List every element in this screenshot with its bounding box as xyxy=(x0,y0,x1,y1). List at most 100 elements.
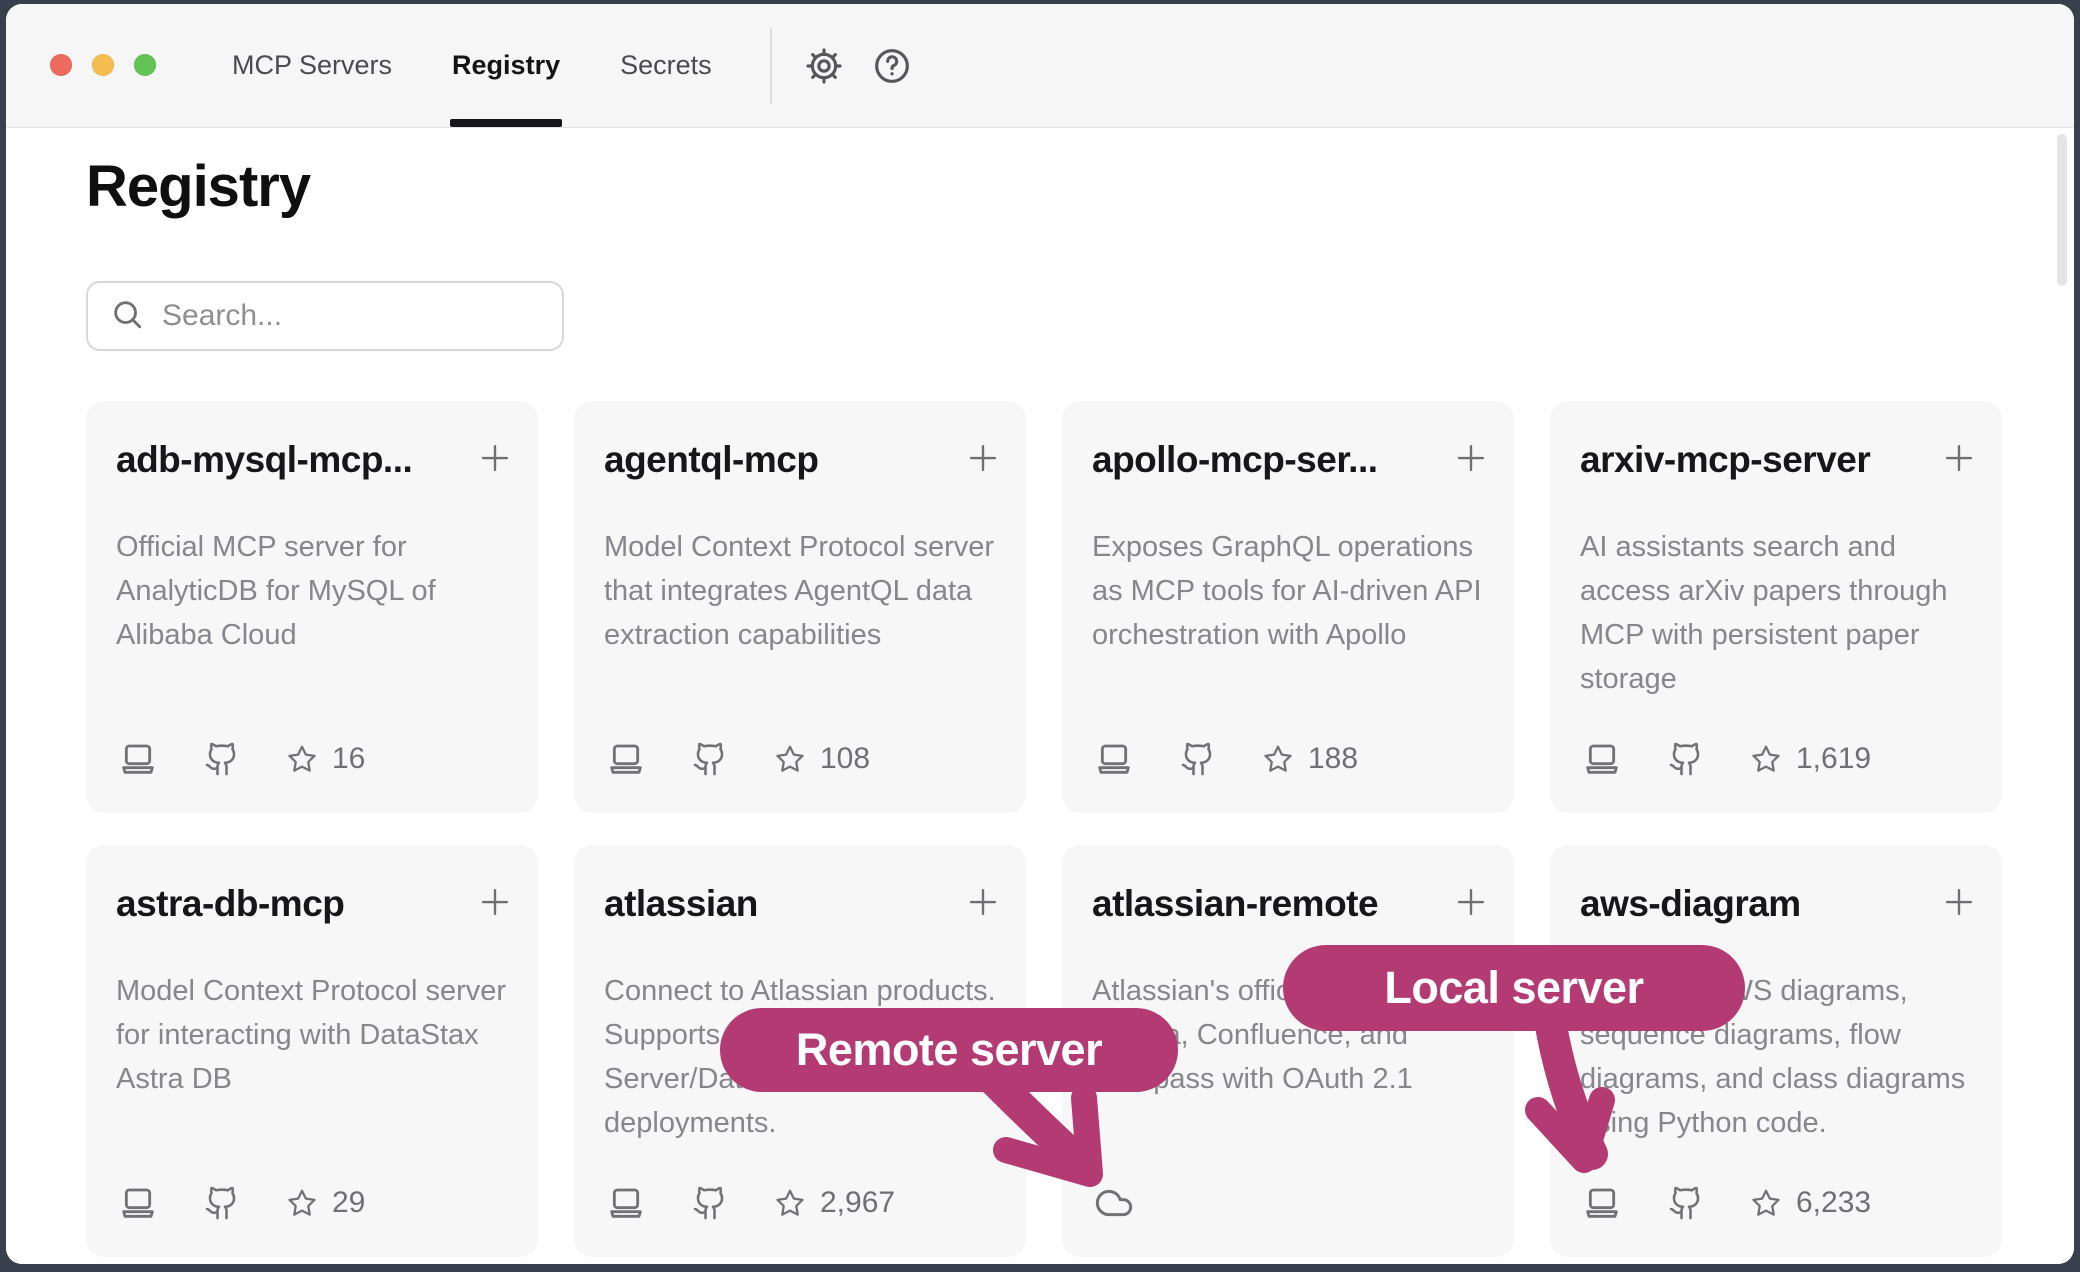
star-rating: 2,967 xyxy=(774,1186,895,1220)
server-card-header: atlassian xyxy=(604,879,1002,929)
plus-icon xyxy=(964,465,1002,480)
tab-label: Registry xyxy=(452,50,560,81)
server-meta: 29 xyxy=(118,1183,365,1223)
active-tab-indicator xyxy=(450,119,562,127)
add-server-button[interactable] xyxy=(470,435,514,480)
local-server-callout-label: Local server xyxy=(1384,962,1643,1014)
remote-server-callout-label: Remote server xyxy=(796,1024,1102,1076)
laptop-icon xyxy=(606,1183,646,1223)
remote-server-callout: Remote server xyxy=(720,1008,1178,1092)
star-count: 6,233 xyxy=(1796,1186,1871,1220)
tab-secrets[interactable]: Secrets xyxy=(620,4,712,127)
add-server-button[interactable] xyxy=(958,879,1002,924)
add-server-button[interactable] xyxy=(1934,879,1978,924)
help-button[interactable] xyxy=(870,44,914,88)
github-icon xyxy=(692,741,728,777)
star-icon xyxy=(286,743,318,775)
server-meta: 108 xyxy=(606,739,870,779)
github-icon xyxy=(204,741,240,777)
server-card-apollo-mcp-ser[interactable]: apollo-mcp-ser... Exposes GraphQL operat… xyxy=(1062,401,1514,813)
server-card-astra-db-mcp[interactable]: astra-db-mcp Model Context Protocol serv… xyxy=(86,845,538,1257)
plus-icon xyxy=(1940,465,1978,480)
add-server-button[interactable] xyxy=(1934,435,1978,480)
server-description: Model Context Protocol server that integ… xyxy=(604,525,1002,657)
scrollbar-thumb[interactable] xyxy=(2057,134,2067,286)
tab-registry[interactable]: Registry xyxy=(452,4,560,127)
laptop-icon xyxy=(1582,739,1622,779)
question-circle-icon xyxy=(870,46,914,86)
server-name: arxiv-mcp-server xyxy=(1580,435,1934,485)
server-description: Official MCP server for AnalyticDB for M… xyxy=(116,525,514,657)
cloud-icon xyxy=(1094,1183,1134,1223)
star-rating: 108 xyxy=(774,742,870,776)
star-icon xyxy=(1750,743,1782,775)
titlebar-divider xyxy=(770,28,772,104)
laptop-icon xyxy=(1094,739,1134,779)
github-icon xyxy=(1668,741,1704,777)
settings-button[interactable] xyxy=(802,44,846,88)
star-icon xyxy=(1262,743,1294,775)
plus-icon xyxy=(1452,909,1490,924)
add-server-button[interactable] xyxy=(1446,435,1490,480)
github-icon xyxy=(1180,741,1216,777)
star-rating: 16 xyxy=(286,742,365,776)
search-box[interactable] xyxy=(86,281,564,351)
window-close-icon[interactable] xyxy=(50,54,72,76)
app-window: MCP Servers Registry Secrets xyxy=(6,4,2074,1264)
laptop-icon xyxy=(1582,1183,1622,1223)
server-meta xyxy=(1094,1183,1134,1223)
star-rating: 1,619 xyxy=(1750,742,1871,776)
page-title: Registry xyxy=(86,155,310,219)
github-icon xyxy=(692,1185,728,1221)
star-rating: 29 xyxy=(286,1186,365,1220)
github-icon xyxy=(1668,1185,1704,1221)
server-name: apollo-mcp-ser... xyxy=(1092,435,1446,485)
server-name: atlassian xyxy=(604,879,958,929)
main-tabs: MCP Servers Registry Secrets xyxy=(232,4,712,127)
window-zoom-icon[interactable] xyxy=(134,54,156,76)
search-input[interactable] xyxy=(144,283,566,349)
server-card-header: astra-db-mcp xyxy=(116,879,514,929)
server-name: astra-db-mcp xyxy=(116,879,470,929)
add-server-button[interactable] xyxy=(958,435,1002,480)
tab-label: Secrets xyxy=(620,50,712,81)
server-name: adb-mysql-mcp... xyxy=(116,435,470,485)
star-icon xyxy=(1750,1187,1782,1219)
registry-page: Registry adb-mysql-mcp... Official MCP s… xyxy=(6,129,2074,1264)
server-card-header: atlassian-remote xyxy=(1092,879,1490,929)
star-count: 2,967 xyxy=(820,1186,895,1220)
server-card-agentql-mcp[interactable]: agentql-mcp Model Context Protocol serve… xyxy=(574,401,1026,813)
server-meta: 1,619 xyxy=(1582,739,1871,779)
server-card-arxiv-mcp-server[interactable]: arxiv-mcp-server AI assistants search an… xyxy=(1550,401,2002,813)
server-card-grid: adb-mysql-mcp... Official MCP server for… xyxy=(86,401,2002,1257)
server-card-aws-diagram[interactable]: aws-diagram Generate AWS diagrams, seque… xyxy=(1550,845,2002,1257)
window-minimize-icon[interactable] xyxy=(92,54,114,76)
server-card-header: aws-diagram xyxy=(1580,879,1978,929)
star-count: 29 xyxy=(332,1186,365,1220)
star-count: 188 xyxy=(1308,742,1358,776)
server-card-adb-mysql-mcp[interactable]: adb-mysql-mcp... Official MCP server for… xyxy=(86,401,538,813)
tab-label: MCP Servers xyxy=(232,50,392,81)
server-description: Model Context Protocol server for intera… xyxy=(116,969,514,1101)
server-card-header: agentql-mcp xyxy=(604,435,1002,485)
server-description: Exposes GraphQL operations as MCP tools … xyxy=(1092,525,1490,657)
server-card-header: apollo-mcp-ser... xyxy=(1092,435,1490,485)
star-count: 108 xyxy=(820,742,870,776)
github-icon xyxy=(204,1185,240,1221)
laptop-icon xyxy=(606,739,646,779)
search-icon xyxy=(88,297,144,336)
server-meta: 2,967 xyxy=(606,1183,895,1223)
star-rating: 188 xyxy=(1262,742,1358,776)
laptop-icon xyxy=(118,739,158,779)
tab-mcp-servers[interactable]: MCP Servers xyxy=(232,4,392,127)
titlebar: MCP Servers Registry Secrets xyxy=(6,4,2074,128)
star-rating: 6,233 xyxy=(1750,1186,1871,1220)
star-count: 1,619 xyxy=(1796,742,1871,776)
add-server-button[interactable] xyxy=(1446,879,1490,924)
add-server-button[interactable] xyxy=(470,879,514,924)
star-icon xyxy=(774,743,806,775)
plus-icon xyxy=(1452,465,1490,480)
plus-icon xyxy=(1940,909,1978,924)
server-card-header: arxiv-mcp-server xyxy=(1580,435,1978,485)
server-meta: 6,233 xyxy=(1582,1183,1871,1223)
